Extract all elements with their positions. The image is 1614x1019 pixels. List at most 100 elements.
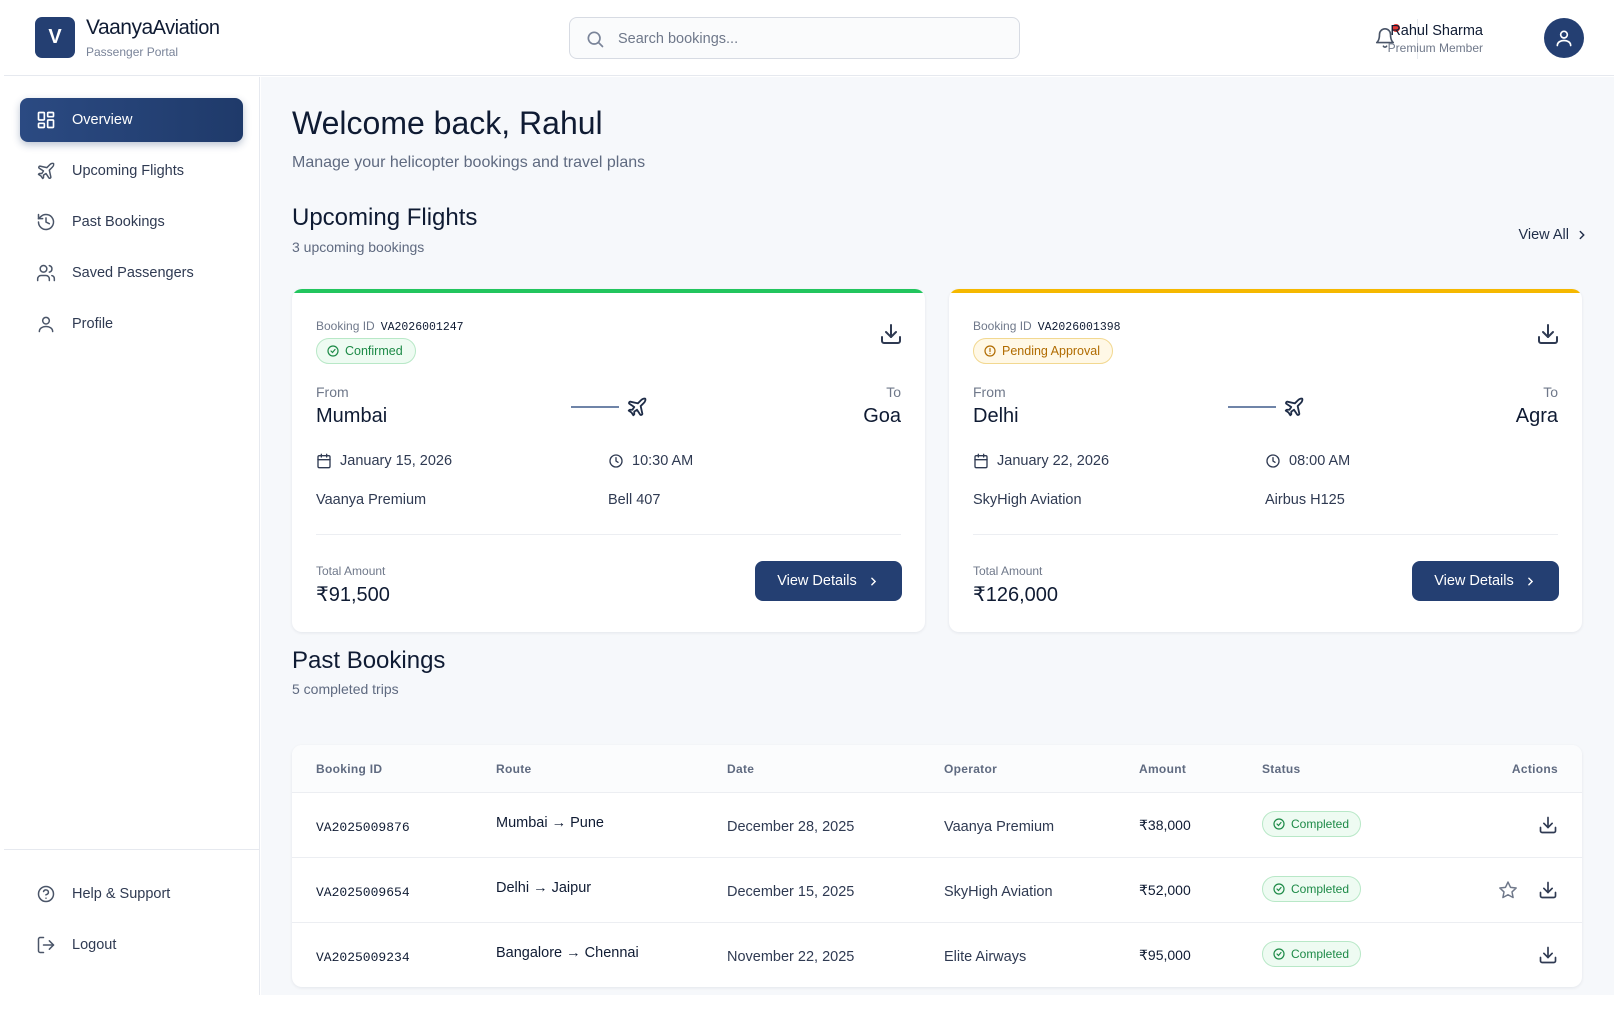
sidebar-item-help-support[interactable]: Help & Support xyxy=(20,872,243,916)
status-label: Completed xyxy=(1291,817,1350,831)
upcoming-flights-title: Upcoming Flights xyxy=(292,204,478,231)
table-row[interactable]: VA2025009876 Mumbai → Pune December 28, … xyxy=(292,793,1582,858)
page-subtitle: Manage your helicopter bookings and trav… xyxy=(292,154,646,171)
status-badge: Confirmed xyxy=(316,338,416,364)
route-line xyxy=(1228,406,1276,408)
view-details-label: View Details xyxy=(1434,573,1514,589)
flight-date-value: January 22, 2026 xyxy=(997,453,1110,469)
status-label: Completed xyxy=(1291,882,1350,896)
brand-logo[interactable]: V xyxy=(35,17,75,58)
user-icon xyxy=(1556,30,1572,47)
table-row[interactable]: VA2025009654 Delhi → Jaipur December 15,… xyxy=(292,858,1582,923)
column-header: Status xyxy=(1262,762,1301,776)
table-row[interactable]: VA2025009234 Bangalore → Chennai Novembe… xyxy=(292,923,1582,987)
main-content: Welcome back, Rahul Manage your helicopt… xyxy=(261,77,1614,995)
view-details-label: View Details xyxy=(777,573,857,589)
column-header: Operator xyxy=(944,762,998,776)
column-header: Amount xyxy=(1139,762,1187,776)
chevron-right-icon xyxy=(870,577,876,585)
sidebar-divider xyxy=(4,849,260,850)
user-name[interactable]: Rahul Sharma xyxy=(1390,23,1483,39)
total-amount-value: ₹126,000 xyxy=(973,584,1059,606)
grid-icon xyxy=(36,110,56,130)
page-title: Welcome back, Rahul xyxy=(292,105,603,141)
download-icon[interactable] xyxy=(1538,815,1558,835)
booking-id-label: Booking ID xyxy=(316,319,375,333)
operator-name: Vaanya Premium xyxy=(316,492,427,508)
view-details-button[interactable]: View Details xyxy=(1412,561,1559,601)
to-city: Agra xyxy=(1515,405,1558,427)
sidebar-item-label: Saved Passengers xyxy=(72,265,194,281)
view-all-link[interactable]: View All xyxy=(1518,227,1589,243)
route: Delhi → Jaipur xyxy=(496,880,592,896)
route-line xyxy=(571,406,619,408)
check-circle-icon xyxy=(1273,883,1285,895)
brand-subtitle: Passenger Portal xyxy=(86,45,179,59)
status-badge: Completed xyxy=(1262,876,1362,902)
sidebar-item-label: Past Bookings xyxy=(72,214,165,230)
download-icon[interactable] xyxy=(1538,880,1558,900)
flight-card: Booking ID VA2026001247 Confirmed From To… xyxy=(292,289,925,632)
download-icon[interactable] xyxy=(1538,945,1558,965)
sidebar-item-overview[interactable]: Overview xyxy=(20,98,243,142)
amount: ₹52,000 xyxy=(1139,882,1191,898)
column-header: Route xyxy=(496,762,532,776)
booking-id-label: Booking ID xyxy=(973,319,1032,333)
column-header: Booking ID xyxy=(316,762,383,776)
date: December 28, 2025 xyxy=(727,819,855,835)
brand-name-part1: Vaanya xyxy=(86,16,153,39)
status-color-bar xyxy=(949,289,1582,293)
clock-icon xyxy=(609,454,623,468)
sidebar-item-upcoming-flights[interactable]: Upcoming Flights xyxy=(20,149,243,193)
aircraft-name: Bell 407 xyxy=(608,492,661,508)
brand-name: VaanyaAviation xyxy=(86,16,220,40)
check-circle-icon xyxy=(1273,818,1285,830)
sidebar-item-past-bookings[interactable]: Past Bookings xyxy=(20,200,243,244)
operator: SkyHigh Aviation xyxy=(944,884,1053,900)
total-amount-label: Total Amount xyxy=(973,564,1043,578)
search-input[interactable] xyxy=(618,27,1008,51)
past-bookings-title: Past Bookings xyxy=(292,647,446,674)
booking-id: VA2025009234 xyxy=(316,950,410,965)
download-icon[interactable] xyxy=(879,322,903,346)
booking-id: VA2026001247 xyxy=(380,321,464,334)
check-circle-icon xyxy=(327,345,339,357)
sidebar-item-logout[interactable]: Logout xyxy=(20,923,243,967)
sidebar-item-profile[interactable]: Profile xyxy=(20,302,243,346)
status-badge: Completed xyxy=(1262,941,1362,967)
status-badge: Completed xyxy=(1262,811,1362,837)
booking-id: VA2025009876 xyxy=(316,820,410,835)
flight-date: January 22, 2026 xyxy=(973,453,1109,469)
check-circle-icon xyxy=(1273,948,1285,960)
sidebar-item-label: Profile xyxy=(72,316,114,332)
booking-id: VA2026001398 xyxy=(1037,321,1121,334)
date: December 15, 2025 xyxy=(727,884,855,900)
logout-icon xyxy=(36,935,56,955)
to-label: To xyxy=(1543,384,1558,400)
plane-icon xyxy=(627,397,647,417)
sidebar-item-label: Help & Support xyxy=(72,886,171,902)
help-icon xyxy=(36,884,56,904)
from-label: From xyxy=(316,384,349,400)
aircraft-name: Airbus H125 xyxy=(1265,492,1345,508)
brand-name-part2: Aviation xyxy=(152,17,220,39)
avatar[interactable] xyxy=(1544,18,1584,58)
past-bookings-table: Booking ID Route Date Operator Amount St… xyxy=(292,745,1582,987)
status-badge: Pending Approval xyxy=(973,338,1113,364)
sidebar-item-saved-passengers[interactable]: Saved Passengers xyxy=(20,251,243,295)
upcoming-flights-count: 3 upcoming bookings xyxy=(292,239,425,255)
flight-card: Booking ID VA2026001398 Pending Approval … xyxy=(949,289,1582,632)
table-header: Booking ID Route Date Operator Amount St… xyxy=(292,745,1582,793)
column-header: Actions xyxy=(1511,762,1558,776)
flight-date: January 15, 2026 xyxy=(316,453,452,469)
search-box[interactable] xyxy=(569,17,1020,59)
calendar-icon xyxy=(317,453,331,469)
star-icon[interactable] xyxy=(1498,880,1518,900)
sidebar-item-label: Overview xyxy=(72,112,133,128)
booking-id-row: Booking ID VA2026001247 xyxy=(316,319,464,334)
clock-icon xyxy=(1266,454,1280,468)
route: Bangalore → Chennai xyxy=(496,945,639,961)
plane-icon xyxy=(1284,397,1304,417)
view-details-button[interactable]: View Details xyxy=(755,561,902,601)
download-icon[interactable] xyxy=(1536,322,1560,346)
